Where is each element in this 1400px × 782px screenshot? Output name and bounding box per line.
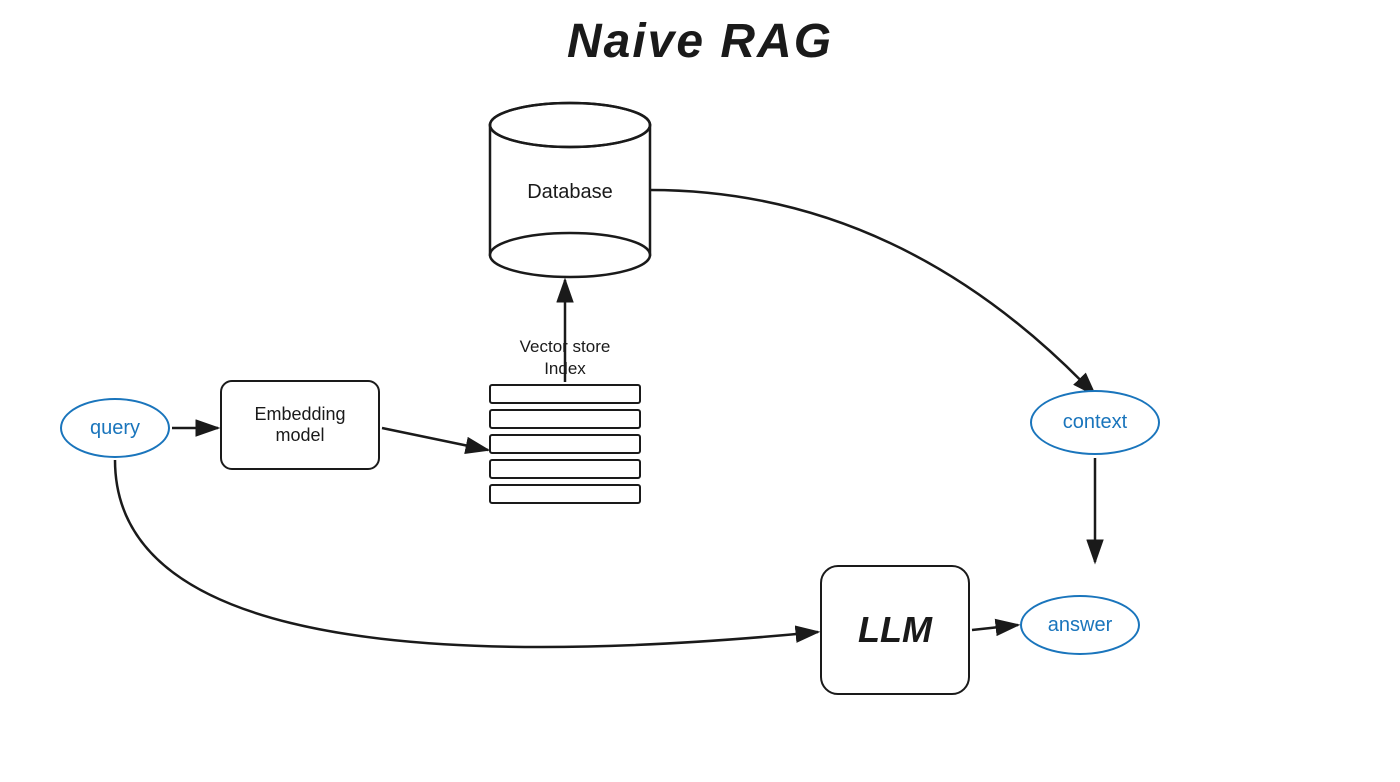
answer-node: answer: [1020, 595, 1140, 655]
embedding-model-box: Embeddingmodel: [220, 380, 380, 470]
diagram-title: Naive RAG: [0, 14, 1400, 69]
diagram-svg: Database Vector store Index: [0, 0, 1400, 782]
embedding-label: Embeddingmodel: [254, 404, 345, 446]
llm-label: LLM: [858, 609, 932, 651]
svg-text:Index: Index: [544, 359, 586, 378]
context-label: context: [1063, 411, 1127, 434]
query-label: query: [90, 417, 140, 440]
answer-label: answer: [1048, 614, 1112, 637]
database-label: Database: [527, 181, 613, 203]
context-node: context: [1030, 390, 1160, 455]
llm-box: LLM: [820, 565, 970, 695]
query-node: query: [60, 398, 170, 458]
svg-text:Vector store: Vector store: [520, 337, 611, 356]
diagram-container: Naive RAG Database Vector: [0, 0, 1400, 782]
